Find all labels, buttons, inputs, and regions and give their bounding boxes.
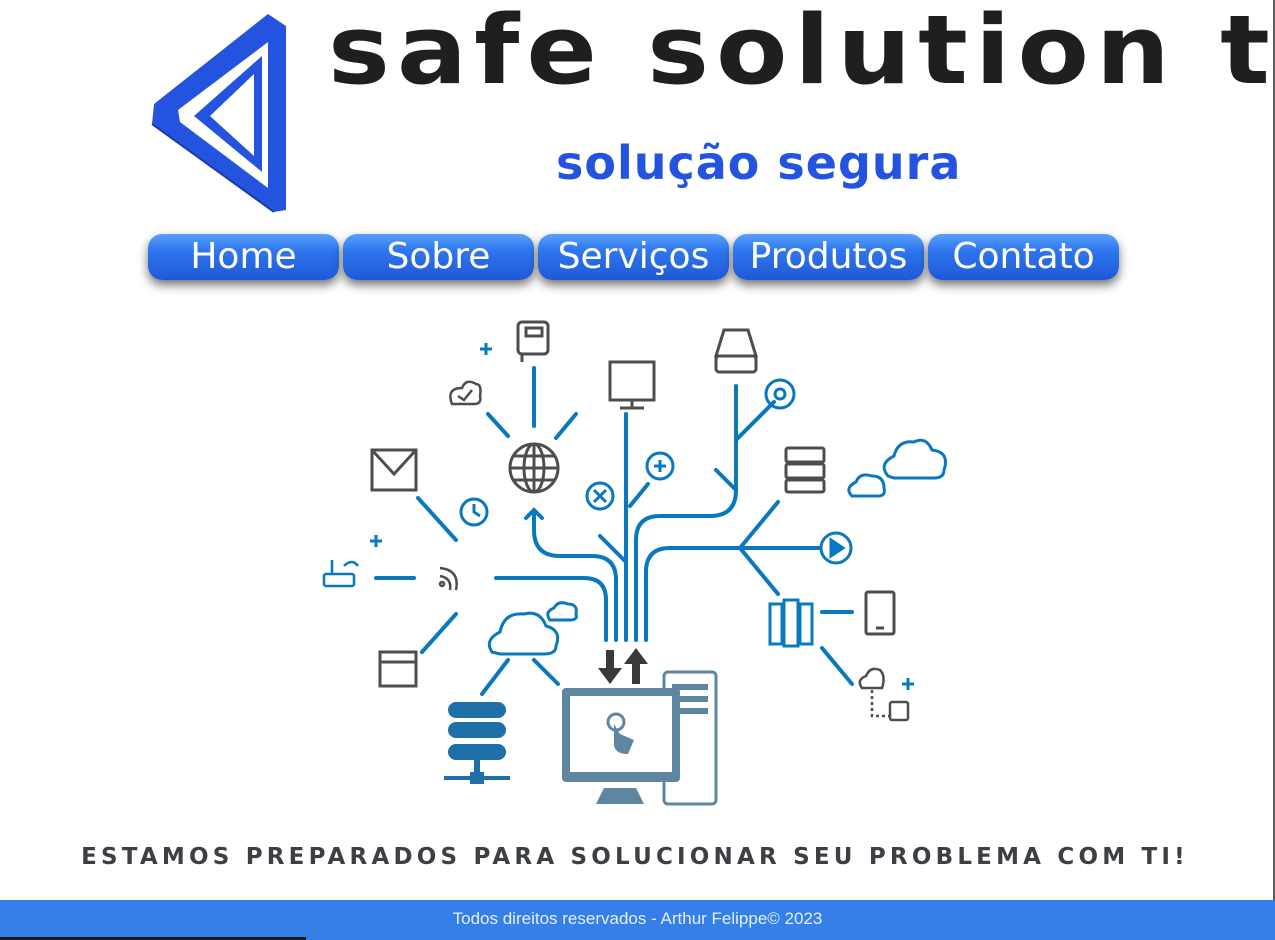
nav-produtos-button[interactable]: Produtos xyxy=(733,234,924,280)
footer-copyright: Todos direitos reservados - Arthur Felip… xyxy=(452,909,823,928)
page: safe solution ti solução segura Home Sob… xyxy=(0,0,1275,940)
footer: Todos direitos reservados - Arthur Felip… xyxy=(0,900,1275,940)
nav-servicos-button[interactable]: Serviços xyxy=(538,234,729,280)
network-illustration xyxy=(322,320,947,806)
nav-sobre-button[interactable]: Sobre xyxy=(343,234,534,280)
brand-name: safe solution ti xyxy=(328,0,1275,106)
page-headline: ESTAMOS PREPARADOS PARA SOLUCIONAR SEU P… xyxy=(81,844,1189,870)
tagline: solução segura xyxy=(556,136,962,190)
nav-home-button[interactable]: Home xyxy=(148,234,339,280)
logo-triangle-icon xyxy=(151,14,286,213)
main-nav: Home Sobre Serviços Produtos Contato xyxy=(148,234,1119,280)
nav-contato-button[interactable]: Contato xyxy=(928,234,1119,280)
